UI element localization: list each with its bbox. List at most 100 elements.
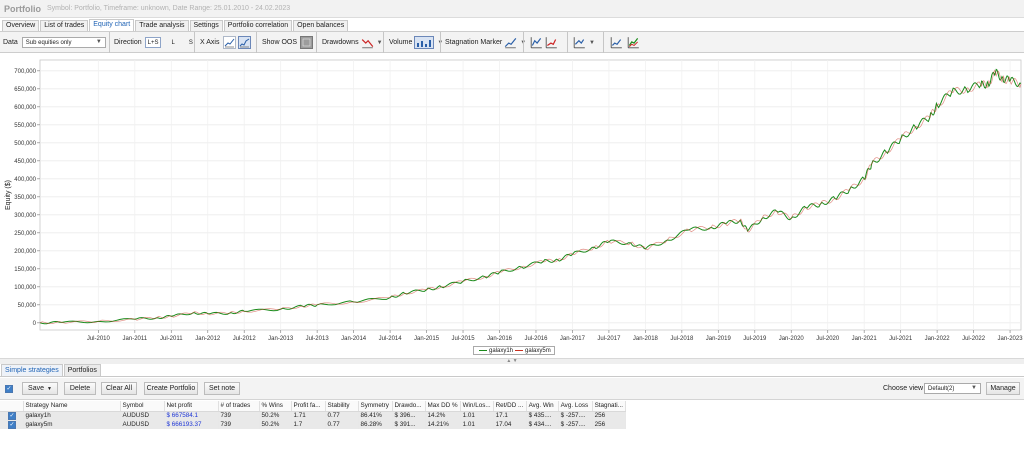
chevron-down-icon: ▼ xyxy=(971,385,977,391)
x-tick-label: Jan-2017 xyxy=(560,336,586,342)
show-oos-label: Show OOS xyxy=(262,39,298,46)
x-tick-label: Jul-2012 xyxy=(233,336,257,342)
oos-toggle-icon[interactable] xyxy=(300,36,314,49)
y-tick-label: 450,000 xyxy=(14,159,36,165)
column-header[interactable]: % Wins xyxy=(259,401,292,412)
avg-win-cell: $ 435.... xyxy=(526,411,559,420)
column-header[interactable]: Drawdo... xyxy=(392,401,426,412)
column-header[interactable]: Profit fa... xyxy=(291,401,326,412)
y-tick-label: 50,000 xyxy=(18,303,37,309)
x-tick-label: Jan-2019 xyxy=(706,336,732,342)
chart-type-group-2: ▼ xyxy=(571,32,595,53)
column-header[interactable]: Ret/DD ... xyxy=(493,401,527,412)
direction-long-button[interactable]: L xyxy=(169,37,176,48)
delete-button[interactable]: Delete xyxy=(64,382,96,395)
create-portfolio-button[interactable]: Create Portfolio xyxy=(144,382,198,395)
direction-ls-button[interactable]: L+S xyxy=(144,37,162,48)
stagnation-cell: 256 xyxy=(592,411,626,420)
y-tick-label: 200,000 xyxy=(14,249,36,255)
tab-trade-analysis[interactable]: Trade analysis xyxy=(135,20,189,31)
chart-type-2-icon[interactable] xyxy=(545,36,558,49)
y-tick-label: 150,000 xyxy=(14,267,36,273)
drawdown-cell: $ 391... xyxy=(392,420,426,429)
choose-view-select[interactable]: Default(2) ▼ xyxy=(924,383,981,394)
toolbar-separator xyxy=(383,32,384,53)
legend-swatch-galaxy1h xyxy=(479,350,487,351)
equity-chart-svg: 0 50,000 100,000 150,000 200,000 250,000 300,0… xyxy=(5,59,1023,342)
avg-loss-cell: $ -257.... xyxy=(558,411,593,420)
y-tick-label: 700,000 xyxy=(14,69,36,75)
column-header[interactable]: Stability xyxy=(325,401,359,412)
clear-all-button[interactable]: Clear All xyxy=(101,382,137,395)
toolbar-separator xyxy=(440,32,441,53)
row-checkbox[interactable]: ✓ xyxy=(0,411,24,420)
x-tick-label: Jan-2013 xyxy=(268,336,294,342)
chart-type-4-icon[interactable] xyxy=(610,36,623,49)
symmetry-cell: 86.28% xyxy=(358,420,393,429)
select-all-checkbox[interactable]: ✓ xyxy=(5,385,13,393)
x-tick-label: Jul-2022 xyxy=(962,336,986,342)
column-header[interactable]: Win/Los... xyxy=(460,401,494,412)
x-tick-label: Jan-2014 xyxy=(341,336,367,342)
tab-settings[interactable]: Settings xyxy=(189,20,223,31)
toolbar-separator xyxy=(194,32,195,53)
column-header[interactable]: Max DD % xyxy=(425,401,461,412)
chart-type-5-icon[interactable] xyxy=(627,36,640,49)
tab-list-of-trades[interactable]: List of trades xyxy=(40,20,89,31)
manage-button[interactable]: Manage xyxy=(986,382,1020,395)
column-header[interactable]: Symmetry xyxy=(358,401,393,412)
trades-cell: 739 xyxy=(218,411,260,420)
bottom-tabs: Simple strategies Portfolios xyxy=(0,364,1024,377)
table-row[interactable]: ✓ galaxy1h AUDUSD $ 667584.1 739 50.2% 1… xyxy=(0,411,626,420)
chart-type-1-icon[interactable] xyxy=(530,36,543,49)
choose-view-label: Choose view xyxy=(883,385,924,392)
column-header[interactable]: # of trades xyxy=(218,401,260,412)
tab-equity-chart[interactable]: Equity chart xyxy=(89,19,135,31)
profit-factor-cell: 1.71 xyxy=(291,411,326,420)
chart-toolbar: Data Sub equities only ▼ Direction L+S L… xyxy=(0,31,1024,53)
stagnation-icon[interactable] xyxy=(504,36,517,49)
tab-open-balances[interactable]: Open balances xyxy=(293,20,349,31)
column-header[interactable]: Strategy Name xyxy=(23,401,121,412)
column-header[interactable]: Avg. Win xyxy=(526,401,559,412)
x-tick-label: Jul-2019 xyxy=(743,336,767,342)
set-note-button[interactable]: Set note xyxy=(204,382,240,395)
data-group: Data Sub equities only ▼ xyxy=(3,32,106,53)
drawdowns-label: Drawdowns xyxy=(322,39,359,46)
y-tick-label: 400,000 xyxy=(14,177,36,183)
table-row[interactable]: ✓ galaxy5m AUDUSD $ 666193.37 739 50.2% … xyxy=(0,420,626,429)
stagnation-cell: 256 xyxy=(592,420,626,429)
window-title: Portfolio xyxy=(4,3,41,14)
tab-portfolio-correlation[interactable]: Portfolio correlation xyxy=(223,20,293,31)
toolbar-separator xyxy=(109,32,110,53)
data-select[interactable]: Sub equities only ▼ xyxy=(21,37,106,48)
chart-type-3-icon[interactable] xyxy=(573,36,586,49)
tab-simple-strategies[interactable]: Simple strategies xyxy=(1,364,63,376)
xaxis-date-icon[interactable] xyxy=(223,36,237,49)
chevron-down-icon: ▼ xyxy=(47,385,52,392)
drawdowns-group: Drawdowns ▼ xyxy=(322,32,383,53)
toolbar-separator xyxy=(523,32,524,53)
drawdowns-dropdown-icon[interactable]: ▼ xyxy=(377,40,383,46)
column-header[interactable]: Avg. Loss xyxy=(558,401,593,412)
legend-swatch-galaxy5m xyxy=(515,350,524,351)
legend-label-galaxy1h: galaxy1h xyxy=(489,347,514,354)
choose-view-value: Default(2) xyxy=(928,385,955,392)
volume-icon[interactable] xyxy=(414,36,435,49)
x-tick-label: Jul-2020 xyxy=(816,336,840,342)
equity-chart[interactable]: 0 50,000 100,000 150,000 200,000 250,000 300,0… xyxy=(0,54,1024,358)
column-header[interactable]: Symbol xyxy=(120,401,165,412)
x-tick-label: Jul-2017 xyxy=(597,336,621,342)
drawdowns-icon[interactable] xyxy=(361,36,374,49)
checkmark-icon: ✓ xyxy=(8,420,16,429)
tab-overview[interactable]: Overview xyxy=(2,20,40,31)
x-tick-label: Jan-2018 xyxy=(633,336,659,342)
save-button[interactable]: Save ▼ xyxy=(22,382,58,395)
xaxis-trades-icon[interactable] xyxy=(238,36,252,49)
column-header[interactable]: Net profit xyxy=(164,401,219,412)
tab-portfolios[interactable]: Portfolios xyxy=(63,364,101,376)
row-checkbox[interactable]: ✓ xyxy=(0,420,24,429)
chart-type-dropdown-icon[interactable]: ▼ xyxy=(589,40,595,46)
column-header[interactable]: Stagnati... xyxy=(592,401,626,412)
net-profit-cell: $ 667584.1 xyxy=(164,411,219,420)
